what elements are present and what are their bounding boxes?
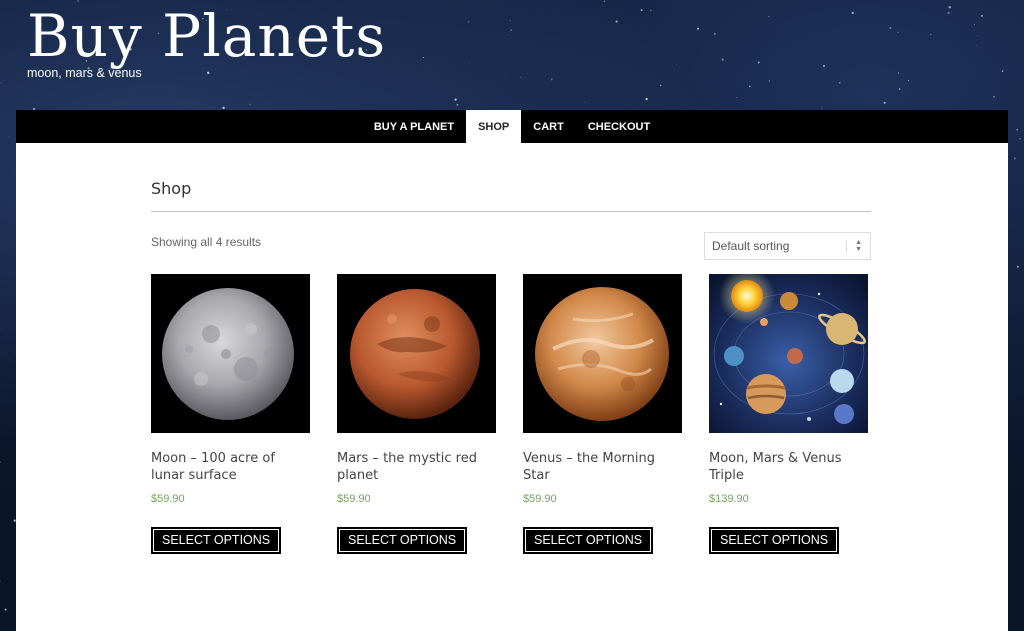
nav-item-checkout[interactable]: CHECKOUT bbox=[576, 110, 662, 143]
nav-item-buy-a-planet[interactable]: BUY A PLANET bbox=[362, 110, 466, 143]
venus-image[interactable] bbox=[523, 274, 682, 433]
nav-item-cart[interactable]: CART bbox=[521, 110, 576, 143]
main-nav: BUY A PLANET SHOP CART CHECKOUT bbox=[16, 110, 1008, 143]
product-price: $59.90 bbox=[523, 493, 557, 505]
mars-image[interactable] bbox=[337, 274, 496, 433]
site-tagline: moon, mars & venus bbox=[27, 66, 142, 80]
product-card-mars: Mars – the mystic red planet $59.90 SELE… bbox=[337, 274, 496, 554]
moon-image[interactable] bbox=[151, 274, 310, 433]
product-card-venus: Venus – the Morning Star $59.90 SELECT O… bbox=[523, 274, 682, 554]
product-name[interactable]: Moon, Mars & Venus Triple bbox=[709, 451, 868, 485]
select-separator bbox=[846, 240, 847, 253]
solar-system-image[interactable] bbox=[709, 274, 868, 433]
product-name[interactable]: Moon – 100 acre of lunar surface bbox=[151, 451, 310, 485]
product-card-triple: Moon, Mars & Venus Triple $139.90 SELECT… bbox=[709, 274, 868, 554]
site-title[interactable]: Buy Planets bbox=[27, 4, 386, 68]
product-price: $59.90 bbox=[151, 493, 185, 505]
main-content: Shop Showing all 4 results Default sorti… bbox=[151, 143, 871, 574]
select-options-button[interactable]: SELECT OPTIONS bbox=[337, 527, 468, 554]
select-options-button[interactable]: SELECT OPTIONS bbox=[709, 527, 840, 554]
sort-select[interactable]: Default sorting ▲ ▼ bbox=[704, 232, 871, 260]
product-grid: Moon – 100 acre of lunar surface $59.90 … bbox=[151, 274, 871, 574]
sort-select-value: Default sorting bbox=[712, 239, 790, 253]
shop-toolbar: Showing all 4 results Default sorting ▲ ▼ bbox=[151, 212, 871, 274]
select-arrows-icon: ▲ ▼ bbox=[855, 239, 862, 253]
result-count: Showing all 4 results bbox=[151, 235, 262, 249]
page-card: BUY A PLANET SHOP CART CHECKOUT Shop Sho… bbox=[16, 110, 1008, 631]
product-name[interactable]: Venus – the Morning Star bbox=[523, 451, 682, 485]
page-title: Shop bbox=[151, 179, 192, 198]
select-options-button[interactable]: SELECT OPTIONS bbox=[151, 527, 282, 554]
select-options-button[interactable]: SELECT OPTIONS bbox=[523, 527, 654, 554]
product-name[interactable]: Mars – the mystic red planet bbox=[337, 451, 496, 485]
nav-item-shop[interactable]: SHOP bbox=[466, 110, 522, 143]
product-card-moon: Moon – 100 acre of lunar surface $59.90 … bbox=[151, 274, 310, 554]
site-header: Buy Planets moon, mars & venus bbox=[27, 4, 386, 82]
product-price: $59.90 bbox=[337, 493, 371, 505]
product-price: $139.90 bbox=[709, 493, 749, 505]
